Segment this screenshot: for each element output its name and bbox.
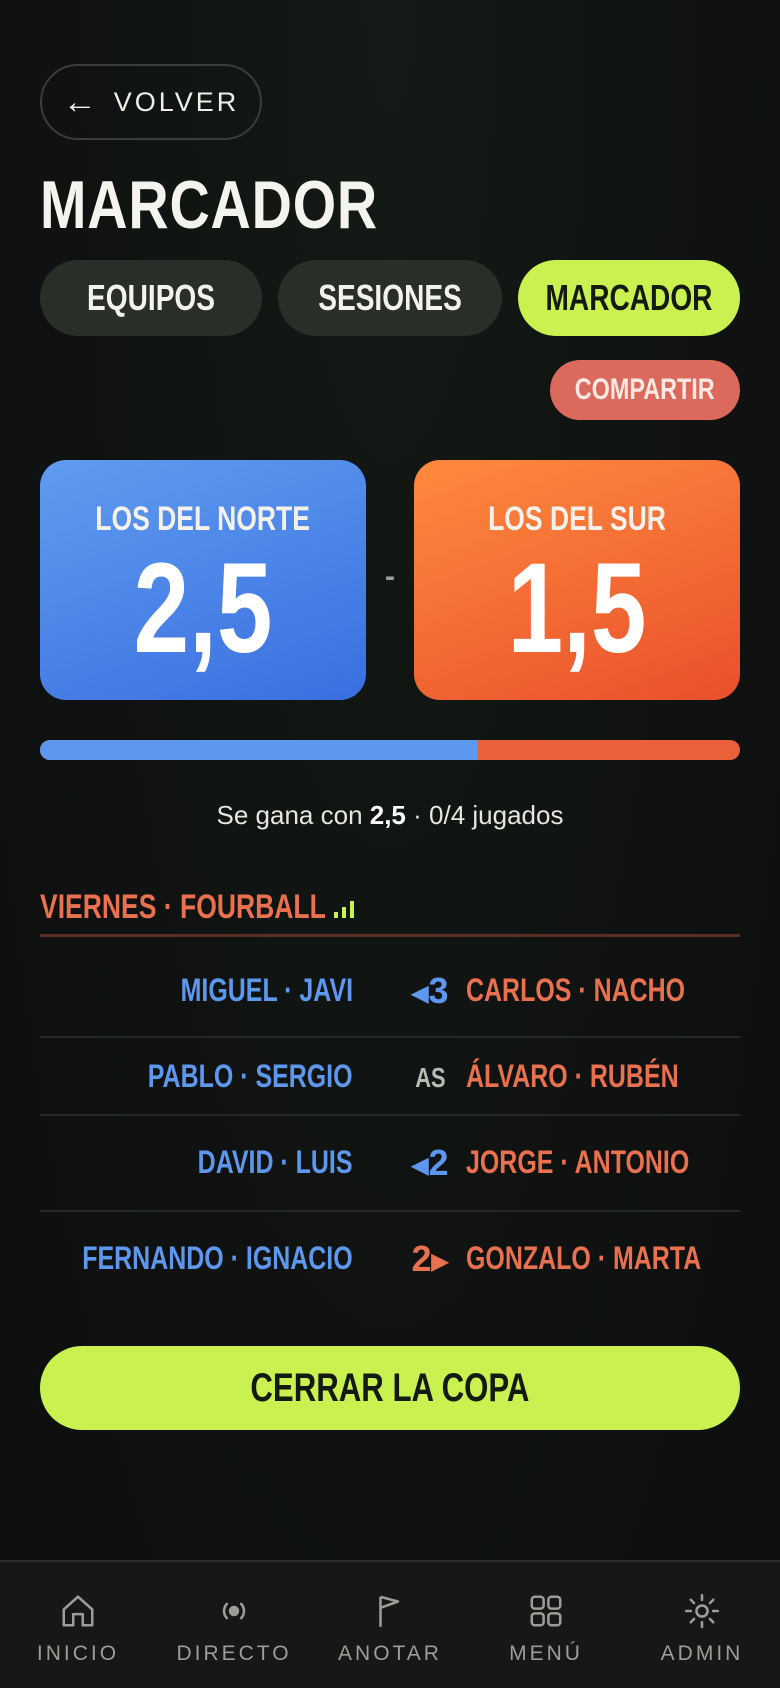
tab-marcador[interactable]: MARCADOR: [518, 260, 740, 336]
match-result: 2: [428, 1142, 449, 1183]
signal-icon: [334, 898, 354, 918]
score-separator: -: [385, 560, 395, 593]
nav-label: DIRECTO: [176, 1642, 292, 1665]
share-label: COMPARTIR: [575, 373, 715, 406]
tab-label: SESIONES: [318, 277, 462, 318]
match-right-pair: ÁLVARO · RUBÉN: [466, 1058, 679, 1094]
row-divider: [40, 1036, 740, 1038]
tab-equipos[interactable]: EQUIPOS: [40, 260, 262, 336]
flag-icon: [379, 1595, 400, 1627]
home-icon: [62, 1595, 94, 1627]
match-left-pair: FERNANDO · IGNACIO: [82, 1240, 353, 1276]
tab-bar: EQUIPOS SESIONES MARCADOR: [40, 260, 740, 336]
nav-label: INICIO: [36, 1642, 120, 1665]
session-header: VIERNES · FOURBALL: [40, 888, 354, 927]
page-title: MARCADOR: [40, 167, 378, 243]
status-line: Se gana con 2,5 · 0/4 jugados: [0, 800, 780, 831]
triangle-left-icon: ◀: [411, 1152, 429, 1178]
match-result: 2: [411, 1238, 432, 1279]
match-row[interactable]: FERNANDO · IGNACIO 2▶ GONZALO · MARTA: [40, 1236, 740, 1286]
section-divider: [40, 934, 740, 937]
nav-item-admin[interactable]: ADMIN: [624, 1562, 780, 1688]
status-target: 2,5: [369, 800, 406, 830]
nav-item-directo[interactable]: DIRECTO: [156, 1562, 312, 1688]
close-cup-label: CERRAR LA COPA: [250, 1365, 530, 1410]
nav-item-anotar[interactable]: ANOTAR: [312, 1562, 468, 1688]
match-right-pair: CARLOS · NACHO: [466, 972, 686, 1008]
match-row[interactable]: DAVID · LUIS ◀2 JORGE · ANTONIO: [40, 1140, 740, 1190]
score-progress-bar: [40, 740, 740, 760]
triangle-right-icon: ▶: [431, 1248, 449, 1274]
back-button[interactable]: ← VOLVER: [40, 64, 262, 140]
team-name: LOS DEL SUR: [488, 500, 666, 538]
status-prefix: Se gana con: [216, 800, 370, 830]
session-title: VIERNES · FOURBALL: [40, 888, 326, 926]
live-icon: [222, 1602, 246, 1620]
match-row[interactable]: PABLO · SERGIO AS ÁLVARO · RUBÉN: [40, 1054, 740, 1104]
row-divider: [40, 1114, 740, 1116]
match-left-pair: DAVID · LUIS: [198, 1144, 353, 1180]
match-left-pair: PABLO · SERGIO: [148, 1058, 353, 1094]
team-card-norte: LOS DEL NORTE 2,5: [40, 460, 366, 700]
close-cup-button[interactable]: CERRAR LA COPA: [40, 1346, 740, 1430]
match-row[interactable]: MIGUEL · JAVI ◀3 CARLOS · NACHO: [40, 968, 740, 1018]
team-card-sur: LOS DEL SUR 1,5: [414, 460, 740, 700]
row-divider: [40, 1210, 740, 1212]
tab-sesiones[interactable]: SESIONES: [278, 260, 502, 336]
match-result: 3: [428, 970, 449, 1011]
match-left-pair: MIGUEL · JAVI: [180, 972, 353, 1008]
nav-item-inicio[interactable]: INICIO: [0, 1562, 156, 1688]
tab-label: EQUIPOS: [87, 277, 215, 318]
arrow-left-icon: ←: [62, 83, 100, 121]
back-label: VOLVER: [113, 86, 240, 117]
share-button[interactable]: COMPARTIR: [550, 360, 740, 420]
team-score: 1,5: [507, 537, 647, 680]
status-suffix: · 0/4 jugados: [405, 800, 564, 830]
match-right-pair: GONZALO · MARTA: [466, 1240, 702, 1276]
team-name: LOS DEL NORTE: [95, 500, 311, 538]
grid-icon: [530, 1595, 562, 1627]
gear-icon: [684, 1593, 720, 1629]
tab-label: MARCADOR: [545, 277, 713, 318]
nav-item-menu[interactable]: MENÚ: [468, 1562, 624, 1688]
nav-label: ANOTAR: [338, 1642, 442, 1665]
progress-fill-team-a: [40, 740, 478, 760]
match-result: AS: [414, 1062, 446, 1093]
team-score: 2,5: [133, 537, 273, 680]
match-right-pair: JORGE · ANTONIO: [466, 1144, 690, 1180]
bottom-nav: INICIO DIRECTO ANOTAR MENÚ ADMIN: [0, 1560, 780, 1688]
nav-label: ADMIN: [660, 1642, 744, 1665]
nav-label: MENÚ: [509, 1642, 583, 1665]
triangle-left-icon: ◀: [411, 980, 429, 1006]
